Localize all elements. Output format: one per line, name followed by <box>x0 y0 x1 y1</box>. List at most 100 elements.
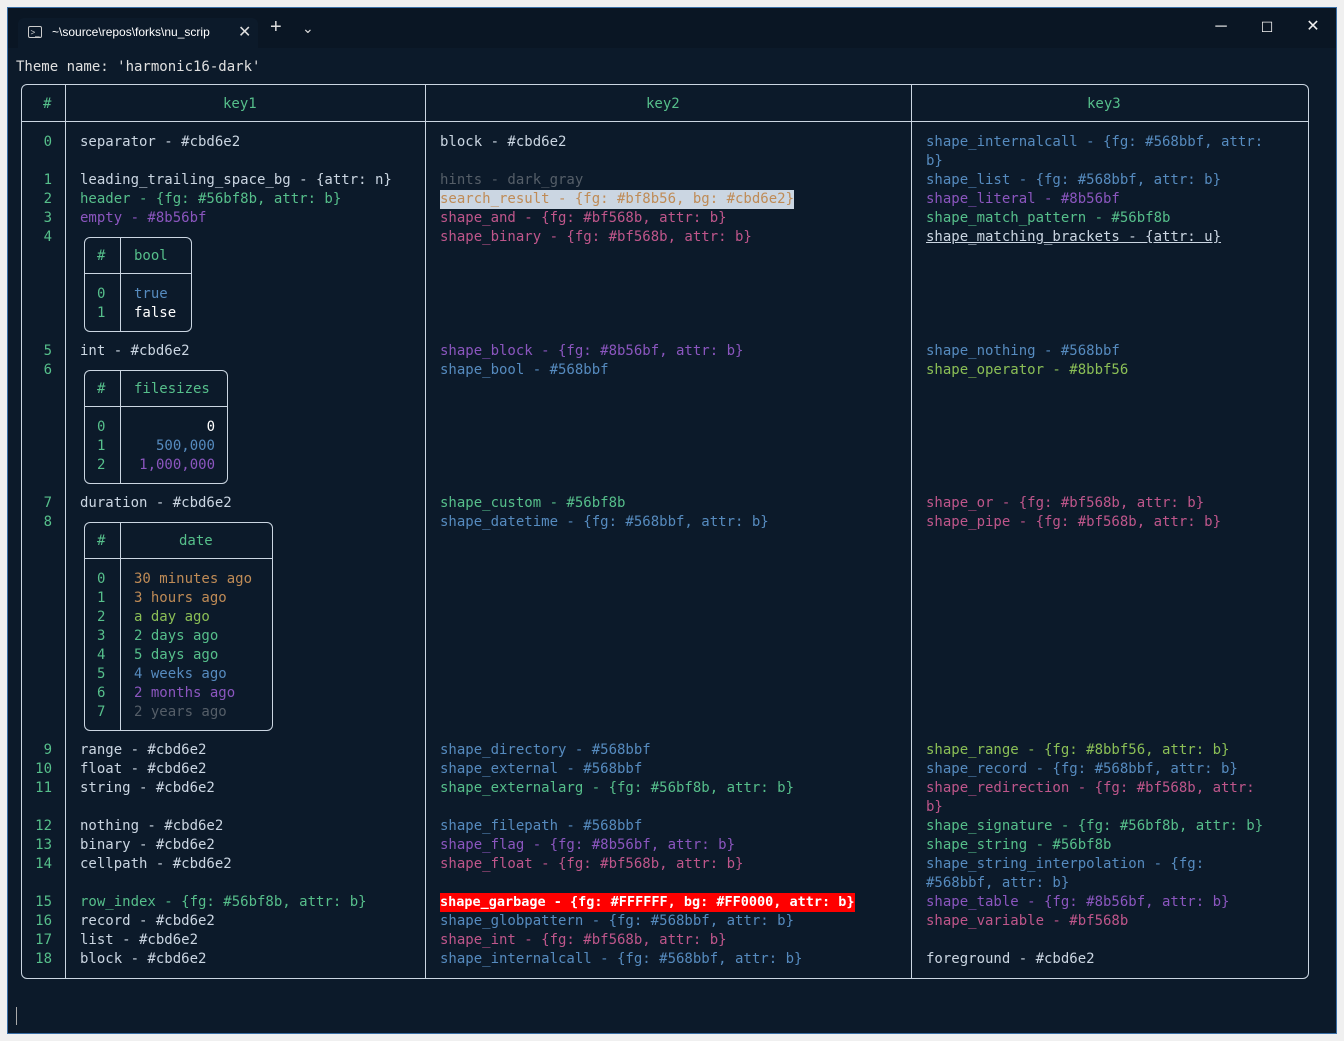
nested-row-index: 7 <box>97 704 106 720</box>
terminal-tab[interactable]: >_ ~\source\repos\forks\nu_scrip ✕ <box>18 18 258 48</box>
nested-row-index: 2 <box>97 457 106 473</box>
filesize-value: 1,000,000 <box>139 457 215 473</box>
key2-cell: shape_filepath - #568bbf <box>440 818 643 834</box>
row-index: 11 <box>35 780 52 796</box>
tab-title: ~\source\repos\forks\nu_scrip <box>52 25 210 39</box>
nested-row-index: 4 <box>97 647 106 663</box>
nested-header-bool: bool <box>134 248 168 264</box>
nested-header-date: date <box>179 533 213 549</box>
column-divider <box>425 84 426 979</box>
row-index: 0 <box>43 134 52 150</box>
key1-cell: duration - #cbd6e2 <box>80 495 232 511</box>
key2-cell: shape_binary - {fg: #bf568b, attr: b} <box>440 229 752 245</box>
key3-cell: shape_list - {fg: #568bbf, attr: b} <box>926 172 1222 188</box>
key3-cell: shape_signature - {fg: #56bf8b, attr: b} <box>926 818 1264 834</box>
key3-cell: shape_literal - #8b56bf <box>926 191 1120 207</box>
tab-dropdown-icon[interactable]: ⌄ <box>302 20 314 37</box>
terminal-body[interactable]: Theme name: 'harmonic16-dark' # key1 key… <box>8 48 1336 1033</box>
nested-row-index: 0 <box>97 419 106 435</box>
nested-header-divider <box>84 558 273 559</box>
row-index: 14 <box>35 856 52 872</box>
text-cursor <box>16 1007 17 1025</box>
header-key3: key3 <box>1087 96 1121 112</box>
date-value: 2 days ago <box>134 628 219 644</box>
key1-cell: empty - #8b56bf <box>80 210 207 226</box>
nested-column-divider <box>120 370 121 484</box>
key1-cell: nothing - #cbd6e2 <box>80 818 224 834</box>
maximize-button[interactable]: ☐ <box>1244 12 1290 42</box>
key3-cell: shape_nothing - #568bbf <box>926 343 1120 359</box>
key1-cell: string - #cbd6e2 <box>80 780 215 796</box>
key1-cell: leading_trailing_space_bg - {attr: n} <box>80 172 392 188</box>
bool-value-false: false <box>134 305 177 321</box>
date-value: 3 hours ago <box>134 590 227 606</box>
key3-cell: shape_redirection - {fg: #bf568b, attr: <box>926 780 1255 796</box>
key1-cell: list - #cbd6e2 <box>80 932 199 948</box>
key2-cell: shape_datetime - {fg: #568bbf, attr: b} <box>440 514 769 530</box>
new-tab-button[interactable]: + <box>270 16 282 39</box>
tab-close-icon[interactable]: ✕ <box>238 22 251 42</box>
title-bar: >_ ~\source\repos\forks\nu_scrip ✕ + ⌄ ─… <box>8 8 1336 48</box>
date-value: 4 weeks ago <box>134 666 227 682</box>
row-index: 5 <box>43 343 52 359</box>
key1-cell: range - #cbd6e2 <box>80 742 207 758</box>
nested-header-index: # <box>97 381 106 397</box>
key2-cell: block - #cbd6e2 <box>440 134 567 150</box>
key2-cell: shape_globpattern - {fg: #568bbf, attr: … <box>440 913 795 929</box>
minimize-button[interactable]: ─ <box>1198 12 1244 42</box>
row-index: 16 <box>35 913 52 929</box>
terminal-window: >_ ~\source\repos\forks\nu_scrip ✕ + ⌄ ─… <box>7 7 1337 1034</box>
key1-cell: record - #cbd6e2 <box>80 913 215 929</box>
row-index: 13 <box>35 837 52 853</box>
header-key2: key2 <box>646 96 680 112</box>
key3-cell: shape_table - {fg: #8b56bf, attr: b} <box>926 894 1230 910</box>
powershell-icon: >_ <box>28 26 42 38</box>
key1-cell: row_index - {fg: #56bf8b, attr: b} <box>80 894 367 910</box>
row-index: 6 <box>43 362 52 378</box>
key3-cell: shape_pipe - {fg: #bf568b, attr: b} <box>926 514 1222 530</box>
key3-cell: shape_string_interpolation - {fg: <box>926 856 1205 872</box>
key3-cell: shape_range - {fg: #8bbf56, attr: b} <box>926 742 1230 758</box>
key1-cell: binary - #cbd6e2 <box>80 837 215 853</box>
close-button[interactable]: ✕ <box>1290 12 1336 42</box>
nested-header-divider <box>84 273 192 274</box>
row-index: 17 <box>35 932 52 948</box>
row-index: 4 <box>43 229 52 245</box>
key1-cell: header - {fg: #56bf8b, attr: b} <box>80 191 342 207</box>
key3-cell-wrap: b} <box>926 153 943 169</box>
header-key1: key1 <box>223 96 257 112</box>
date-value: 5 days ago <box>134 647 219 663</box>
header-divider <box>21 121 1309 122</box>
nested-row-index: 6 <box>97 685 106 701</box>
row-index: 2 <box>43 191 52 207</box>
nested-header-index: # <box>97 248 106 264</box>
key1-cell: float - #cbd6e2 <box>80 761 207 777</box>
key2-cell: shape_directory - #568bbf <box>440 742 651 758</box>
date-value: 2 months ago <box>134 685 236 701</box>
date-value: 30 minutes ago <box>134 571 253 587</box>
key2-cell: shape_and - {fg: #bf568b, attr: b} <box>440 210 727 226</box>
key3-cell-wrap: #568bbf, attr: b} <box>926 875 1070 891</box>
key2-cell: shape_internalcall - {fg: #568bbf, attr:… <box>440 951 803 967</box>
key3-cell: foreground - #cbd6e2 <box>926 951 1095 967</box>
nested-column-divider <box>120 522 121 731</box>
nested-row-index: 5 <box>97 666 106 682</box>
nested-row-index: 1 <box>97 438 106 454</box>
key1-cell: cellpath - #cbd6e2 <box>80 856 232 872</box>
key2-cell: shape_custom - #56bf8b <box>440 495 626 511</box>
theme-name-line: Theme name: 'harmonic16-dark' <box>16 59 261 75</box>
key2-cell: shape_bool - #568bbf <box>440 362 609 378</box>
nested-row-index: 1 <box>97 305 106 321</box>
key2-cell: shape_float - {fg: #bf568b, attr: b} <box>440 856 744 872</box>
key2-cell-search-result: search_result - {fg: #bf8b56, bg: #cbd6e… <box>440 190 795 209</box>
row-index: 3 <box>43 210 52 226</box>
nested-row-index: 3 <box>97 628 106 644</box>
nested-column-divider <box>120 237 121 332</box>
key3-cell: shape_operator - #8bbf56 <box>926 362 1129 378</box>
nested-row-index: 1 <box>97 590 106 606</box>
key2-cell-garbage: shape_garbage - {fg: #FFFFFF, bg: #FF000… <box>440 893 855 912</box>
column-divider <box>65 84 66 979</box>
key1-cell: int - #cbd6e2 <box>80 343 190 359</box>
nested-row-index: 0 <box>97 286 106 302</box>
key3-cell: shape_variable - #bf568b <box>926 913 1129 929</box>
